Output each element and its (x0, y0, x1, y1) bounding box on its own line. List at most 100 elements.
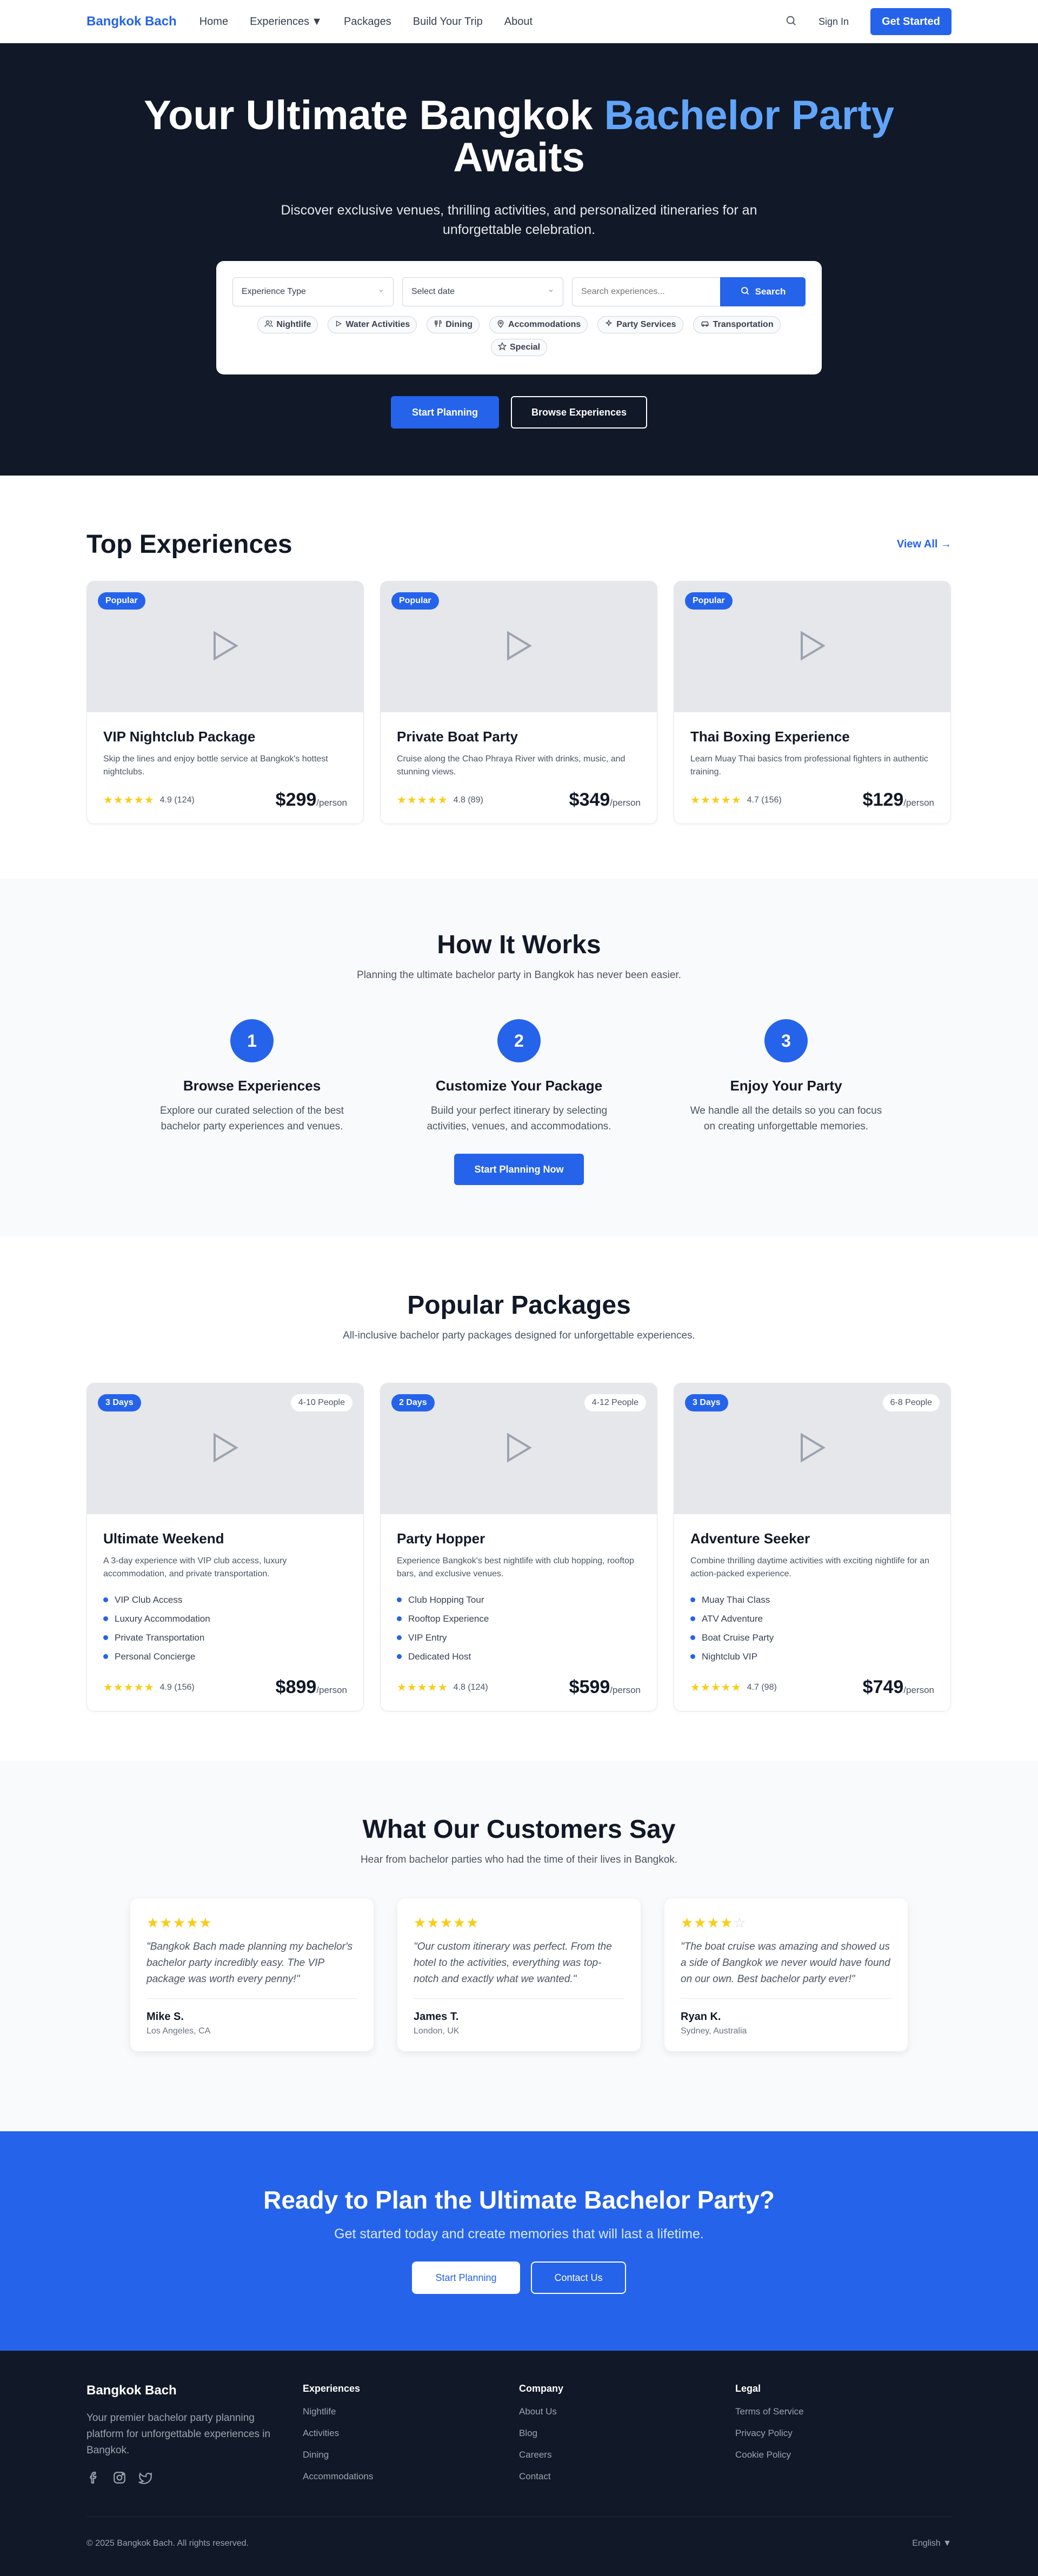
brand-logo[interactable]: Bangkok Bach (86, 14, 177, 29)
search-icon (740, 286, 750, 298)
chip-label: Special (509, 343, 541, 352)
testimonial-location: Sydney, Australia (681, 2026, 747, 2036)
cta-start-planning-button[interactable]: Start Planning (412, 2261, 520, 2294)
price-unit: /person (316, 798, 347, 808)
video-placeholder[interactable]: 3 Days 4-10 People (87, 1383, 363, 1514)
nav-link-packages[interactable]: Packages (344, 16, 391, 28)
rating-value: 4.7 (156) (747, 795, 782, 805)
footer-link[interactable]: Privacy Policy (735, 2428, 952, 2450)
experience-card[interactable]: Popular Private Boat Party Cruise along … (380, 581, 657, 824)
section-subtitle: All-inclusive bachelor party packages de… (343, 1330, 695, 1341)
footer: Bangkok Bach Your premier bachelor party… (0, 2351, 1038, 2576)
feature-item: Dedicated Host (397, 1647, 641, 1666)
footer-link[interactable]: Activities (303, 2428, 519, 2450)
footer-link[interactable]: Dining (303, 2450, 519, 2471)
chip-nightlife[interactable]: Nightlife (257, 316, 318, 333)
search-icon[interactable] (785, 15, 797, 29)
feature-label: ATV Adventure (702, 1613, 763, 1624)
chip-label: Transportation (713, 320, 774, 329)
price: $299/person (276, 789, 347, 811)
cta-title: Ready to Plan the Ultimate Bachelor Part… (263, 2186, 775, 2214)
nav-link-experiences[interactable]: Experiences ▼ (250, 16, 322, 28)
nav-link-home[interactable]: Home (199, 16, 228, 28)
package-card[interactable]: 2 Days 4-12 People Party Hopper Experien… (380, 1383, 657, 1711)
date-select[interactable]: Select date (402, 277, 563, 306)
footer-link[interactable]: Nightlife (303, 2406, 519, 2428)
rating: ★★★★★ 4.9 (156) (103, 1681, 195, 1694)
days-badge: 3 Days (98, 1394, 141, 1411)
step-title: Enjoy Your Party (730, 1078, 842, 1094)
feature-label: Club Hopping Tour (408, 1594, 484, 1605)
footer-link[interactable]: Contact (519, 2471, 735, 2493)
bullet-icon (690, 1597, 695, 1602)
package-card[interactable]: 3 Days 6-8 People Adventure Seeker Combi… (674, 1383, 951, 1711)
testimonial-quote: "The boat cruise was amazing and showed … (681, 1939, 891, 1999)
testimonials-section: What Our Customers Say Hear from bachelo… (0, 1761, 1038, 2131)
footer-brand[interactable]: Bangkok Bach (86, 2383, 303, 2398)
step-number: 1 (230, 1019, 274, 1062)
nav-link-about[interactable]: About (504, 16, 533, 28)
sign-in-link[interactable]: Sign In (819, 16, 849, 28)
hero-subtitle: Discover exclusive venues, thrilling act… (281, 203, 757, 237)
search-input[interactable] (572, 277, 720, 306)
feature-label: Dedicated Host (408, 1651, 471, 1662)
bullet-icon (397, 1597, 402, 1602)
video-placeholder[interactable]: 3 Days 6-8 People (674, 1383, 950, 1514)
chip-water-activities[interactable]: Water Activities (328, 316, 417, 333)
start-planning-button[interactable]: Start Planning (391, 396, 499, 429)
experience-card[interactable]: Popular VIP Nightclub Package Skip the l… (86, 581, 364, 824)
step-title: Browse Experiences (183, 1078, 321, 1094)
view-all-link[interactable]: View All → (897, 538, 952, 551)
get-started-button[interactable]: Get Started (870, 8, 952, 35)
star-rating-icon: ★★★★★ (147, 1915, 212, 1931)
footer-link[interactable]: Terms of Service (735, 2406, 952, 2428)
testimonial-location: Los Angeles, CA (147, 2026, 211, 2036)
feature-item: Personal Concierge (103, 1647, 347, 1666)
video-placeholder[interactable]: Popular (674, 581, 950, 712)
footer-link[interactable]: Cookie Policy (735, 2450, 952, 2471)
price-unit: /person (903, 1685, 934, 1695)
chip-special[interactable]: Special (490, 339, 548, 356)
step-description: Build your perfect itinerary by selectin… (427, 1105, 611, 1132)
facebook-icon[interactable] (86, 2471, 101, 2485)
feature-item: Club Hopping Tour (397, 1590, 641, 1609)
browse-experiences-button[interactable]: Browse Experiences (511, 396, 647, 429)
footer-link[interactable]: Careers (519, 2450, 735, 2471)
feature-item: Private Transportation (103, 1628, 347, 1647)
language-selector[interactable]: English ▼ (912, 2539, 952, 2548)
price-value: $349 (569, 789, 610, 810)
bullet-icon (690, 1654, 695, 1659)
video-placeholder[interactable]: Popular (87, 581, 363, 712)
package-card[interactable]: 3 Days 4-10 People Ultimate Weekend A 3-… (86, 1383, 364, 1711)
chip-party-services[interactable]: Party Services (597, 316, 683, 333)
twitter-icon[interactable] (138, 2471, 152, 2485)
popular-badge: Popular (98, 592, 145, 610)
feature-label: Private Transportation (115, 1632, 205, 1643)
chip-accommodations[interactable]: Accommodations (489, 316, 588, 333)
video-placeholder[interactable]: 2 Days 4-12 People (381, 1383, 657, 1514)
feature-item: ATV Adventure (690, 1609, 934, 1628)
card-title: Adventure Seeker (690, 1530, 810, 1547)
instagram-icon[interactable] (112, 2471, 127, 2485)
footer-link[interactable]: Accommodations (303, 2471, 519, 2493)
chip-dining[interactable]: Dining (427, 316, 480, 333)
price: $749/person (863, 1677, 934, 1698)
search-button[interactable]: Search (720, 277, 806, 306)
chip-transportation[interactable]: Transportation (693, 316, 781, 333)
feature-label: VIP Club Access (115, 1594, 183, 1605)
feature-label: Nightclub VIP (702, 1651, 757, 1662)
footer-column-title: Company (519, 2383, 564, 2394)
footer-link[interactable]: Blog (519, 2428, 735, 2450)
video-placeholder[interactable]: Popular (381, 581, 657, 712)
testimonial-author: James T. (414, 2011, 459, 2023)
step-description: We handle all the details so you can foc… (690, 1105, 882, 1132)
experience-type-select[interactable]: Experience Type (232, 277, 394, 306)
contact-us-button[interactable]: Contact Us (531, 2261, 626, 2294)
testimonial-author: Mike S. (147, 2011, 184, 2023)
step-number: 3 (764, 1019, 808, 1062)
experience-card[interactable]: Popular Thai Boxing Experience Learn Mua… (674, 581, 951, 824)
price-unit: /person (903, 798, 934, 808)
footer-link[interactable]: About Us (519, 2406, 735, 2428)
nav-link-build-trip[interactable]: Build Your Trip (413, 16, 483, 28)
start-planning-now-button[interactable]: Start Planning Now (454, 1154, 584, 1185)
